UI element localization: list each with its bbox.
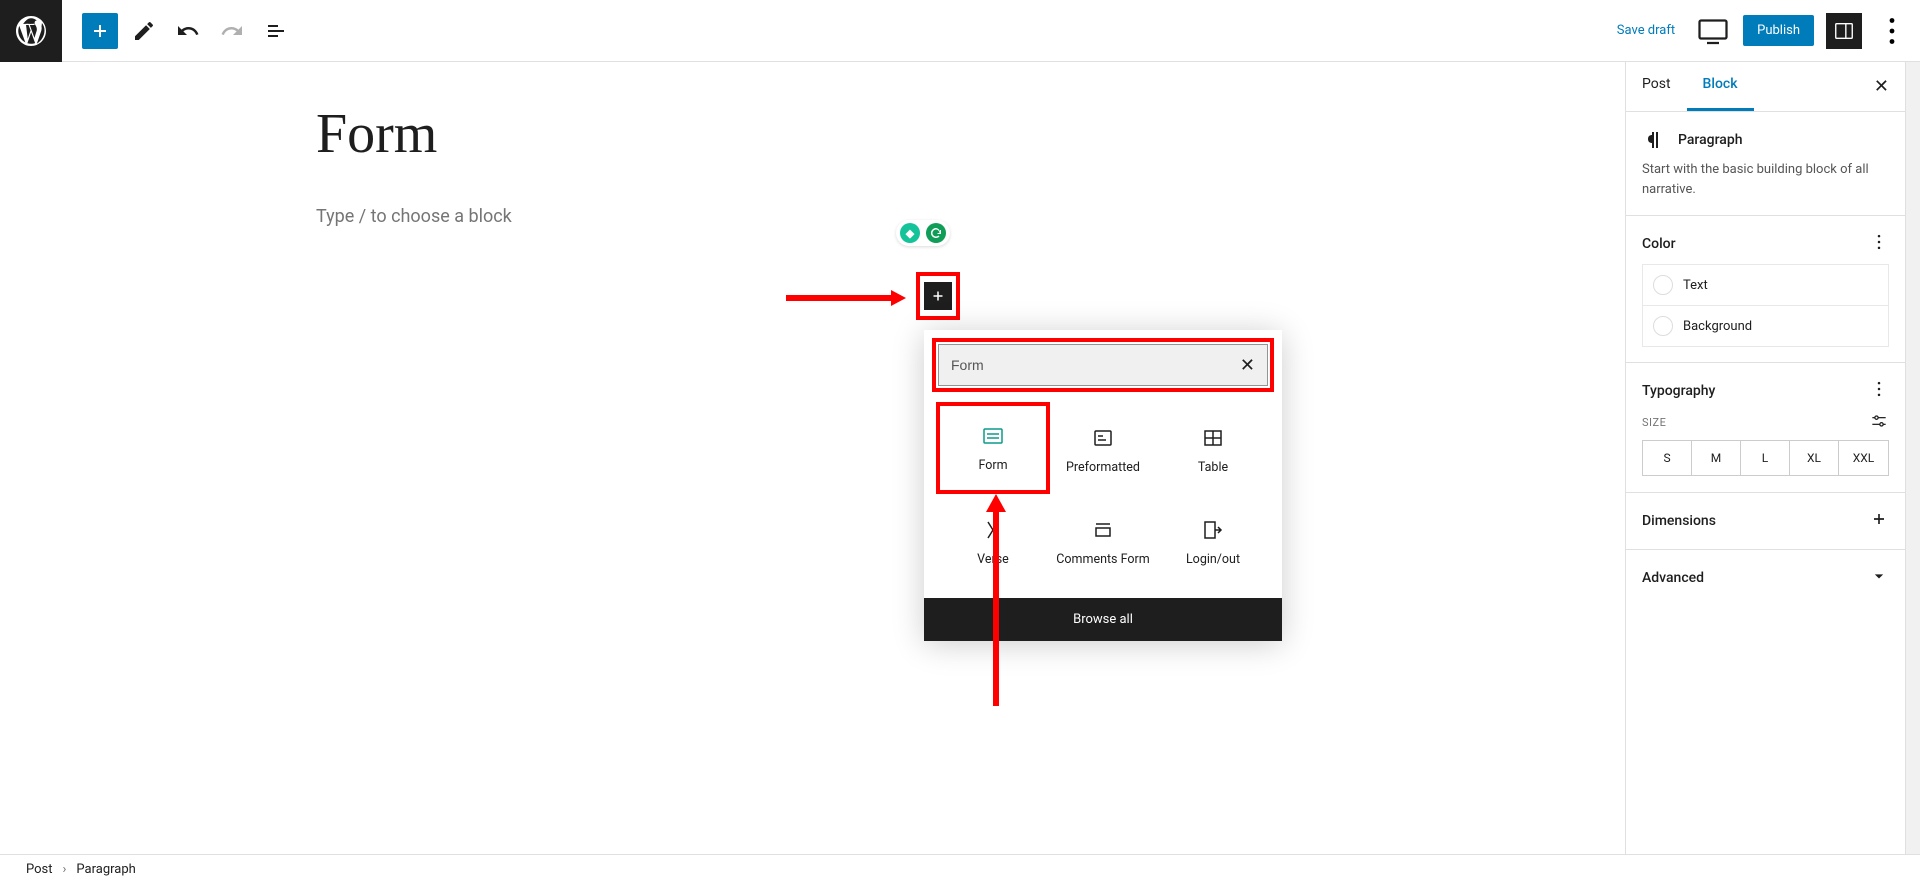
tab-post[interactable]: Post [1626, 62, 1687, 111]
block-option-login-out[interactable]: Login/out [1158, 496, 1268, 588]
size-xxl[interactable]: XXL [1839, 441, 1888, 475]
breadcrumb-separator-icon: › [63, 862, 67, 877]
size-label: SIZE [1642, 416, 1666, 429]
redo-button[interactable] [214, 13, 250, 49]
block-name: Paragraph [1678, 132, 1743, 148]
browse-all-button[interactable]: Browse all [924, 598, 1282, 641]
color-options-icon[interactable] [1869, 232, 1889, 256]
post-title[interactable]: Form [316, 102, 1625, 166]
color-background-label: Background [1683, 319, 1752, 334]
block-option-label: Table [1198, 460, 1228, 475]
typography-title: Typography [1642, 383, 1715, 399]
publish-button[interactable]: Publish [1743, 15, 1814, 46]
block-option-comments-form[interactable]: Comments Form [1048, 496, 1158, 588]
block-inserter-popup: ✕ Form Preformatted Table [924, 330, 1282, 641]
paragraph-icon [1642, 128, 1666, 152]
settings-sidebar-toggle[interactable] [1826, 13, 1862, 49]
size-l[interactable]: L [1741, 441, 1790, 475]
inline-add-block-button[interactable] [924, 282, 952, 310]
color-panel-title: Color [1642, 236, 1676, 252]
text-color-swatch [1653, 275, 1673, 295]
editor-canvas: Form Type / to choose a block ◆ [0, 62, 1625, 854]
add-dimensions-icon[interactable] [1869, 509, 1889, 533]
dimensions-title: Dimensions [1642, 513, 1716, 529]
block-info-panel: Paragraph Start with the basic building … [1626, 112, 1905, 216]
size-xl[interactable]: XL [1790, 441, 1839, 475]
options-menu-button[interactable] [1874, 13, 1910, 49]
dimensions-panel[interactable]: Dimensions [1626, 493, 1905, 550]
block-option-preformatted[interactable]: Preformatted [1048, 404, 1158, 496]
size-m[interactable]: M [1692, 441, 1741, 475]
undo-button[interactable] [170, 13, 206, 49]
toolbar-right: Save draft Publish [1609, 13, 1920, 49]
close-sidebar-button[interactable]: ✕ [1858, 62, 1905, 111]
block-option-label: Login/out [1186, 552, 1240, 567]
block-option-form[interactable]: Form [936, 402, 1050, 494]
indicator-icon[interactable]: ◆ [900, 223, 920, 243]
color-text-label: Text [1683, 278, 1708, 293]
typography-panel: Typography SIZE S M L XL XXL [1626, 363, 1905, 493]
custom-size-icon[interactable] [1869, 411, 1889, 434]
assistant-indicators: ◆ [896, 220, 950, 246]
color-background-row[interactable]: Background [1642, 305, 1889, 347]
settings-sidebar: Post Block ✕ Paragraph Start with the ba… [1625, 62, 1905, 854]
block-option-label: Form [978, 458, 1007, 473]
block-option-label: Preformatted [1066, 460, 1140, 475]
annotation-box-add-block [916, 272, 960, 320]
typography-options-icon[interactable] [1869, 379, 1889, 403]
wordpress-logo[interactable] [0, 0, 62, 62]
toolbar-left [62, 13, 294, 49]
advanced-panel[interactable]: Advanced [1626, 550, 1905, 606]
edit-tool-button[interactable] [126, 13, 162, 49]
scrollbar[interactable] [1905, 62, 1920, 854]
block-search-input[interactable] [951, 357, 1240, 373]
preview-button[interactable] [1695, 13, 1731, 49]
save-draft-link[interactable]: Save draft [1609, 23, 1683, 38]
block-description: Start with the basic building block of a… [1642, 160, 1889, 199]
advanced-title: Advanced [1642, 570, 1704, 586]
block-placeholder[interactable]: Type / to choose a block [316, 206, 512, 227]
editor-header: Save draft Publish [0, 0, 1920, 62]
size-preset-group: S M L XL XXL [1642, 440, 1889, 476]
size-s[interactable]: S [1643, 441, 1692, 475]
block-search-field[interactable]: ✕ [938, 344, 1268, 386]
annotation-arrow-right [786, 288, 906, 308]
breadcrumb-paragraph[interactable]: Paragraph [76, 862, 135, 877]
background-color-swatch [1653, 316, 1673, 336]
breadcrumb-footer: Post › Paragraph [0, 854, 1920, 884]
tab-block[interactable]: Block [1687, 62, 1754, 111]
annotation-box-search: ✕ [932, 338, 1274, 392]
annotation-arrow-up [984, 494, 1008, 706]
document-overview-button[interactable] [258, 13, 294, 49]
color-panel: Color Text Background [1626, 216, 1905, 363]
toggle-inserter-button[interactable] [82, 13, 118, 49]
block-option-label: Comments Form [1056, 552, 1149, 567]
color-text-row[interactable]: Text [1642, 264, 1889, 306]
breadcrumb-post[interactable]: Post [26, 862, 53, 877]
clear-search-icon[interactable]: ✕ [1240, 355, 1255, 376]
block-option-table[interactable]: Table [1158, 404, 1268, 496]
chevron-down-icon [1869, 566, 1889, 590]
grammarly-icon[interactable] [926, 223, 946, 243]
